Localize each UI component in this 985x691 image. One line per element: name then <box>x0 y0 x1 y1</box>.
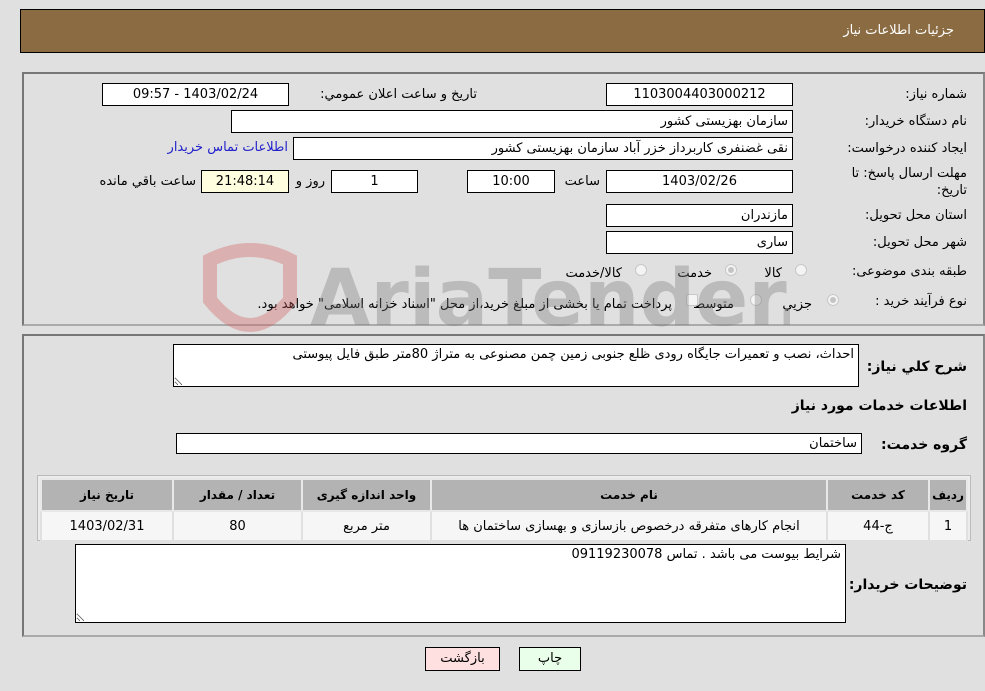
purchase-type-label: نوع فرآیند خرید : <box>875 294 967 309</box>
category-option-goods: کالا <box>764 266 782 281</box>
province-label: استان محل تحویل: <box>865 208 967 223</box>
purchase-type-radio-minor[interactable] <box>827 294 839 306</box>
buyer-contact-link[interactable]: اطلاعات تماس خريدار <box>168 140 288 155</box>
services-table: رديف کد خدمت نام خدمت واحد اندازه گیری ت… <box>40 478 968 542</box>
treasury-bonds-label: پرداخت تمام یا بخشی از مبلغ خرید،از محل … <box>257 297 672 312</box>
col-header-service-code: کد خدمت <box>826 478 930 512</box>
cell-unit: متر مربع <box>301 510 432 542</box>
deadline-date-field[interactable]: 1403/02/26 <box>606 170 793 193</box>
page-title: جزئیات اطلاعات نیاز <box>843 23 954 38</box>
cell-quantity: 80 <box>172 510 303 542</box>
requester-field[interactable]: نقی غضنفری کاربرداز خزر آباد سازمان بهزی… <box>293 137 793 160</box>
col-header-quantity: تعداد / مقدار <box>172 478 303 512</box>
col-header-unit: واحد اندازه گیری <box>301 478 432 512</box>
service-group-field[interactable]: ساختمان <box>176 433 862 454</box>
province-field[interactable]: مازندران <box>606 204 793 227</box>
category-label: طبقه بندی موضوعی: <box>851 264 967 279</box>
purchase-type-option-medium: متوسط <box>693 297 734 312</box>
purchase-type-option-minor: جزيي <box>782 297 812 312</box>
cell-service-code: ج-44 <box>826 510 930 542</box>
col-header-service-name: نام خدمت <box>430 478 828 512</box>
announce-datetime-field[interactable]: 1403/02/24 - 09:57 <box>102 83 289 106</box>
buyer-notes-textarea[interactable]: شرایط بیوست می باشد . تماس 09119230078 <box>75 544 846 623</box>
cell-row-number: 1 <box>928 510 968 542</box>
deadline-label: مهلت ارسال پاسخ: تا <box>851 166 967 181</box>
print-button[interactable]: چاپ <box>519 647 581 671</box>
service-group-label: گروه خدمت: <box>881 437 967 453</box>
city-field[interactable]: ساری <box>606 231 793 254</box>
announce-datetime-label: تاریخ و ساعت اعلان عمومي: <box>320 87 477 102</box>
days-label: روز و <box>295 174 325 189</box>
back-button[interactable]: بازگشت <box>425 647 500 671</box>
remaining-time-field: 21:48:14 <box>201 170 289 193</box>
buyer-org-label: نام دستگاه خريدار: <box>864 114 967 129</box>
category-radio-goods[interactable] <box>795 264 807 276</box>
remaining-time-label: ساعت باقي مانده <box>99 174 196 189</box>
category-radio-service[interactable] <box>725 264 737 276</box>
description-textarea[interactable]: احداث، نصب و تعمیرات جایگاه رودی ظلع جنو… <box>173 344 859 387</box>
purchase-type-radio-medium[interactable] <box>750 294 762 306</box>
requester-label: ایجاد کننده درخواست: <box>847 141 967 156</box>
city-label: شهر محل تحویل: <box>872 235 967 250</box>
category-option-service: خدمت <box>677 266 712 281</box>
treasury-bonds-checkbox[interactable] <box>686 294 698 306</box>
col-header-row-number: رديف <box>928 478 968 512</box>
table-row: 1 ج-44 انجام کارهای متفرقه درخصوص بازساز… <box>40 510 968 542</box>
page-header: جزئیات اطلاعات نیاز <box>20 9 985 53</box>
description-label: شرح کلي نياز: <box>866 359 967 375</box>
category-radio-goods-service[interactable] <box>635 264 647 276</box>
deadline-label-line2: تاریخ: <box>936 183 967 198</box>
need-number-field[interactable]: 1103004403000212 <box>606 83 793 106</box>
category-option-goods-service: کالا/خدمت <box>565 266 622 281</box>
deadline-time-label: ساعت <box>564 174 600 189</box>
table-header-row: رديف کد خدمت نام خدمت واحد اندازه گیری ت… <box>40 478 968 512</box>
col-header-need-date: تاريخ نياز <box>40 478 174 512</box>
need-number-label: شماره نیاز: <box>905 87 967 102</box>
deadline-time-field[interactable]: 10:00 <box>467 170 555 193</box>
cell-service-name: انجام کارهای متفرقه درخصوص بازسازی و بهس… <box>430 510 828 542</box>
services-table-wrapper: رديف کد خدمت نام خدمت واحد اندازه گیری ت… <box>37 475 971 542</box>
cell-need-date: 1403/02/31 <box>40 510 174 542</box>
buyer-notes-label: توضیحات خریدار: <box>848 577 967 593</box>
services-heading: اطلاعات خدمات مورد نياز <box>791 398 967 414</box>
days-remaining-field: 1 <box>331 170 418 193</box>
buyer-org-field[interactable]: سازمان بهزیستی کشور <box>231 110 793 133</box>
